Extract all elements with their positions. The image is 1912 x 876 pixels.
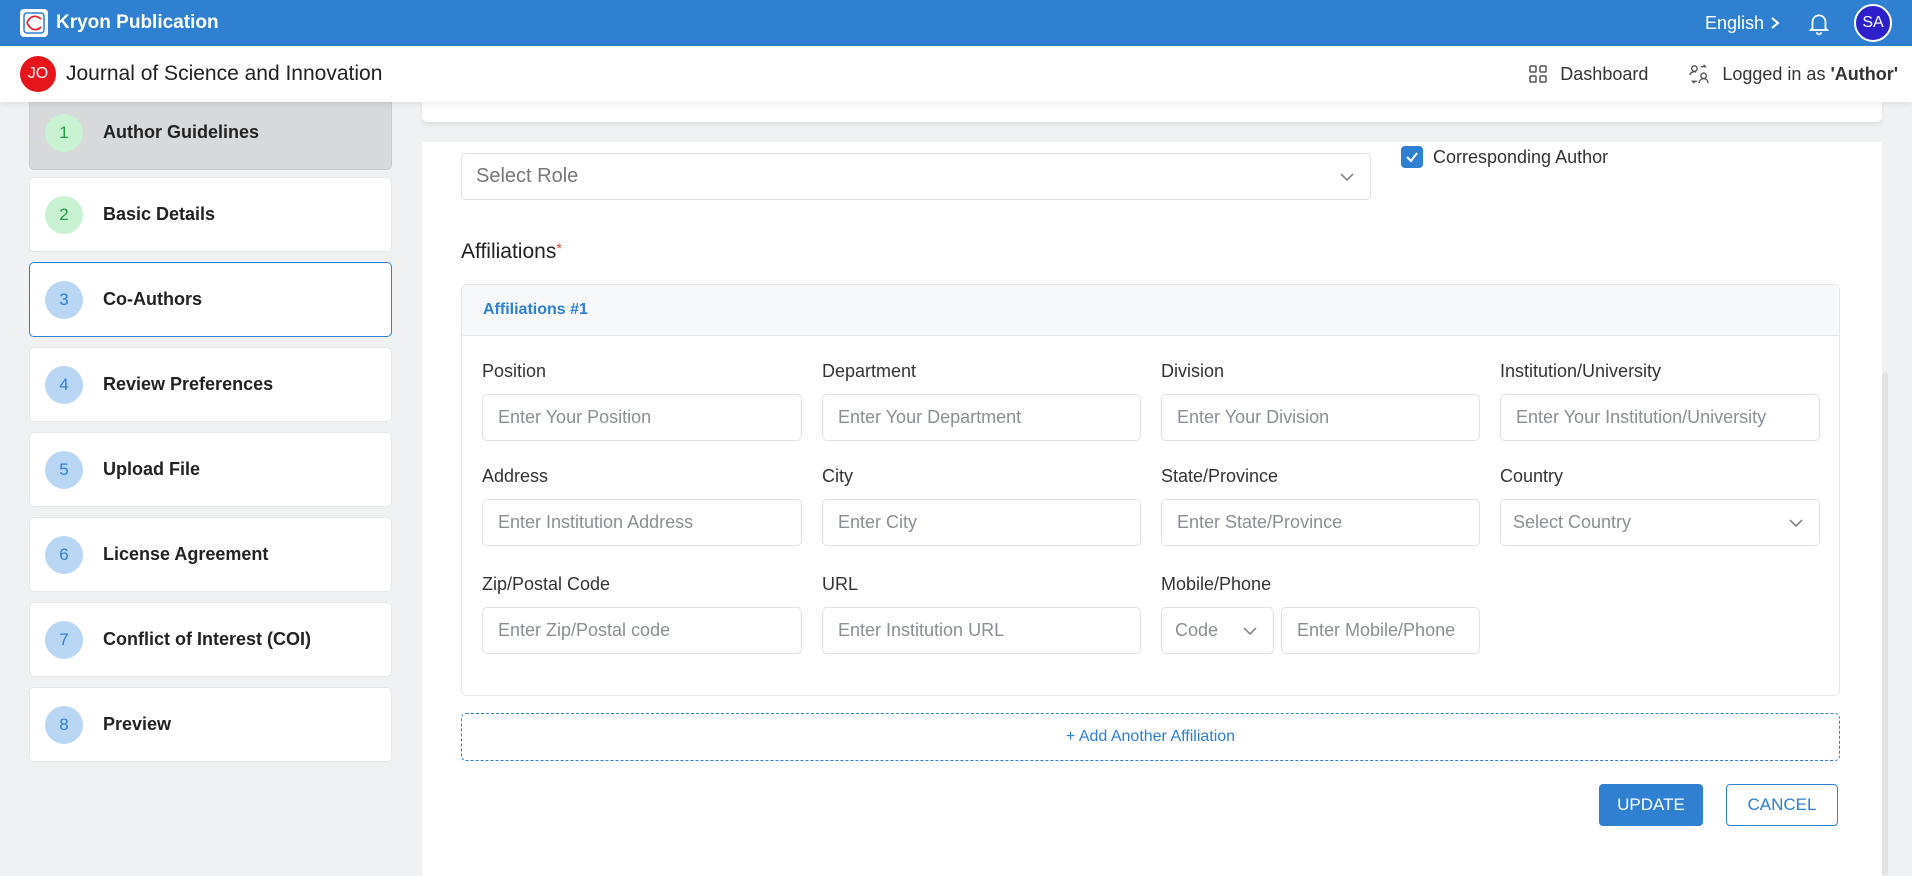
dashboard-link[interactable]: Dashboard [1528, 64, 1648, 85]
update-button[interactable]: UPDATE [1599, 784, 1703, 826]
country-select[interactable]: Select Country [1500, 499, 1820, 546]
division-label: Division [1161, 361, 1225, 381]
country-label: Country [1500, 466, 1564, 486]
chevron-down-icon [1243, 627, 1257, 636]
app-brand[interactable]: Kryon Publication [56, 12, 219, 34]
step-number: 3 [45, 280, 83, 319]
page-scrollbar[interactable] [1882, 372, 1888, 876]
step-number: 5 [45, 450, 83, 489]
department-label: Department [822, 361, 917, 381]
step-label: Basic Details [103, 204, 216, 224]
department-input[interactable]: Enter Your Department [822, 394, 1141, 441]
language-label: English [1704, 12, 1764, 33]
logged-in-prefix: Logged in as [1722, 63, 1831, 84]
step-label: Review Preferences [103, 374, 274, 394]
journal-badge: JO [20, 56, 56, 92]
position-input[interactable]: Enter Your Position [482, 394, 802, 441]
step-author-guidelines[interactable]: 1 Author Guidelines [29, 95, 392, 170]
add-affiliation-button[interactable]: + Add Another Affiliation [461, 713, 1840, 761]
journal-title: Journal of Science and Innovation [66, 62, 383, 85]
step-label: Upload File [103, 459, 201, 479]
url-label: URL [822, 574, 859, 594]
step-number: 1 [45, 113, 83, 152]
required-mark: * [556, 240, 562, 256]
corresponding-author-label: Corresponding Author [1433, 146, 1609, 167]
phone-label: Mobile/Phone [1161, 574, 1272, 594]
kryon-logo-icon[interactable] [20, 9, 48, 37]
chevron-down-icon [1340, 173, 1354, 182]
zip-label: Zip/Postal Code [482, 574, 611, 594]
step-label: Preview [103, 714, 172, 734]
check-icon [1406, 152, 1418, 163]
step-number: 6 [45, 535, 83, 574]
position-label: Position [482, 361, 547, 381]
users-switch-icon [1689, 64, 1710, 84]
step-number: 2 [45, 195, 83, 234]
logged-in-role: 'Author' [1830, 63, 1898, 84]
phone-input[interactable]: Enter Mobile/Phone [1281, 607, 1480, 654]
step-review-preferences[interactable]: 4 Review Preferences [29, 347, 392, 422]
city-input[interactable]: Enter City [822, 499, 1141, 546]
step-number: 7 [45, 620, 83, 659]
step-label: Co-Authors [103, 289, 202, 309]
corresponding-author-checkbox[interactable] [1401, 146, 1423, 168]
language-selector[interactable]: English [1705, 13, 1780, 34]
grid-icon [1529, 65, 1548, 83]
division-input[interactable]: Enter Your Division [1161, 394, 1480, 441]
affiliation-card-title[interactable]: Affiliations #1 [462, 285, 1839, 336]
state-input[interactable]: Enter State/Province [1161, 499, 1480, 546]
corresponding-author-toggle[interactable]: Corresponding Author [1401, 146, 1608, 168]
journal-header: JO Journal of Science and Innovation Das… [0, 46, 1912, 102]
previous-card-bottom [422, 102, 1882, 122]
top-bar: Kryon Publication English SA [0, 0, 1912, 46]
step-basic-details[interactable]: 2 Basic Details [29, 177, 392, 252]
step-co-authors[interactable]: 3 Co-Authors [29, 262, 392, 337]
step-conflict-of-interest[interactable]: 7 Conflict of Interest (COI) [29, 602, 392, 677]
bell-icon[interactable] [1806, 10, 1832, 36]
address-label: Address [482, 466, 549, 486]
affiliations-heading-text: Affiliations [461, 240, 557, 263]
phone-code-select[interactable]: Code [1161, 607, 1274, 654]
role-select-placeholder: Select Role [476, 165, 579, 187]
user-avatar[interactable]: SA [1854, 4, 1892, 42]
step-license-agreement[interactable]: 6 License Agreement [29, 517, 392, 592]
dashboard-label: Dashboard [1560, 63, 1649, 84]
institution-label: Institution/University [1500, 361, 1662, 381]
state-label: State/Province [1161, 466, 1279, 486]
role-select[interactable]: Select Role [461, 153, 1371, 200]
step-preview[interactable]: 8 Preview [29, 687, 392, 762]
address-input[interactable]: Enter Institution Address [482, 499, 802, 546]
url-input[interactable]: Enter Institution URL [822, 607, 1141, 654]
step-label: License Agreement [103, 544, 269, 564]
chevron-right-icon [1771, 17, 1780, 29]
step-label: Conflict of Interest (COI) [103, 629, 311, 649]
step-label: Author Guidelines [103, 122, 260, 142]
chevron-down-icon [1789, 519, 1803, 528]
city-label: City [822, 466, 853, 486]
phone-code-placeholder: Code [1175, 620, 1219, 640]
country-select-placeholder: Select Country [1513, 512, 1632, 532]
institution-input[interactable]: Enter Your Institution/University [1500, 394, 1820, 441]
cancel-button[interactable]: CANCEL [1726, 784, 1838, 826]
logged-in-status: Logged in as 'Author' [1688, 63, 1898, 85]
zip-input[interactable]: Enter Zip/Postal code [482, 607, 802, 654]
step-upload-file[interactable]: 5 Upload File [29, 432, 392, 507]
affiliations-heading: Affiliations* [461, 240, 562, 264]
step-number: 8 [45, 705, 83, 744]
step-number: 4 [45, 365, 83, 404]
